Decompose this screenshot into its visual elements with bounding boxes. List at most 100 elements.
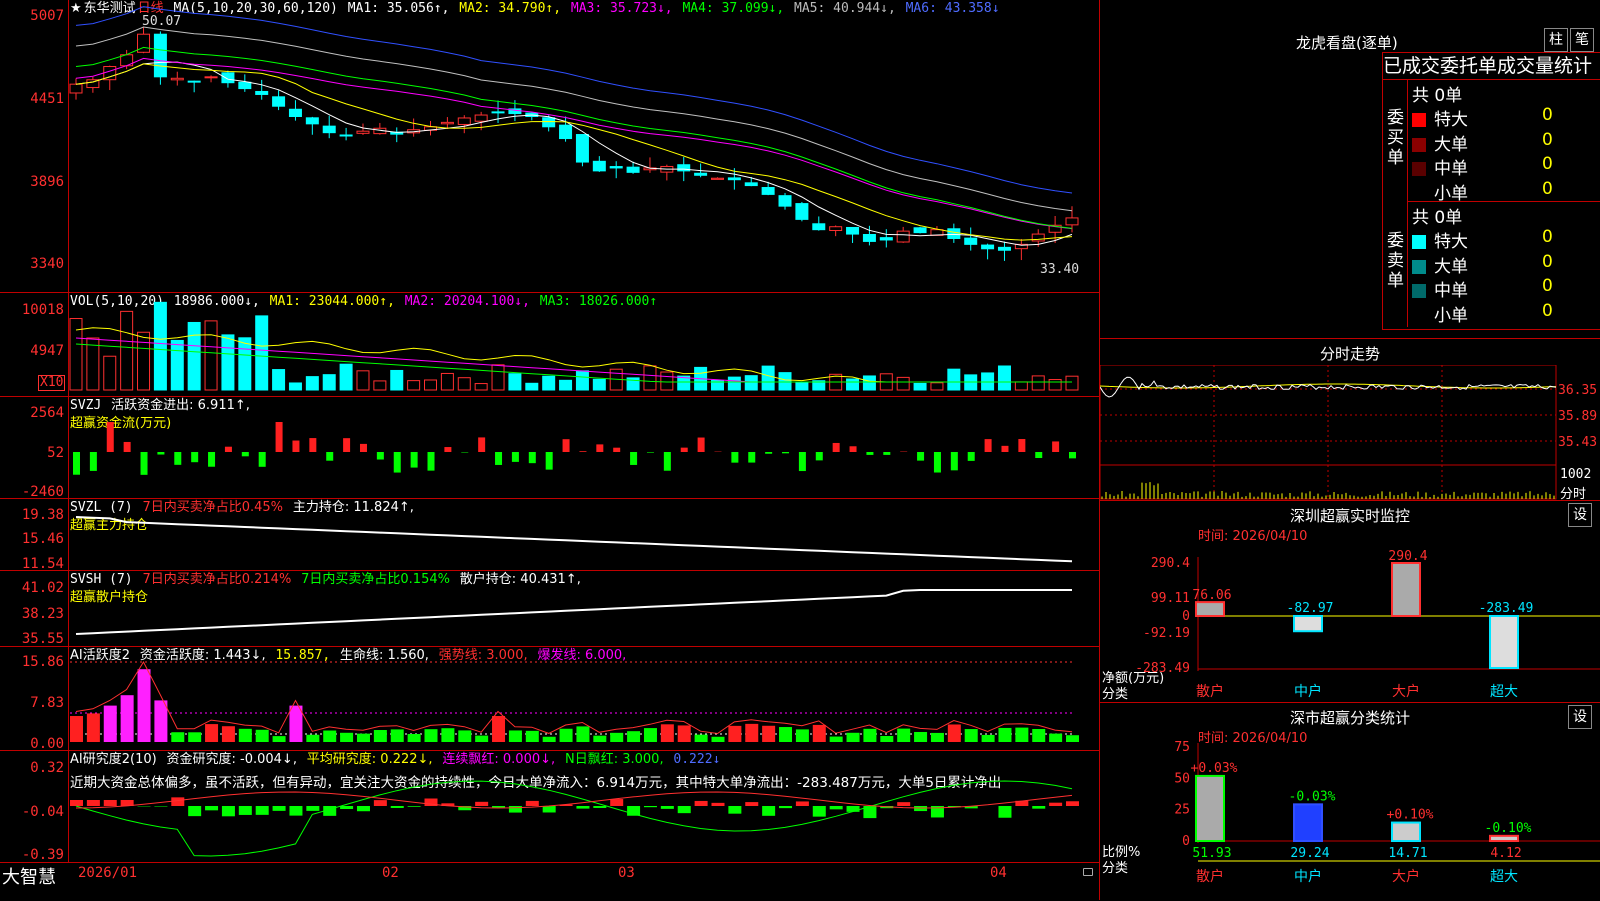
fund-flow-bar <box>478 437 485 452</box>
sz-monitor-panel[interactable]: 深圳超赢实时监控 设 时间: 2026/04/10 290.499.110-92… <box>1100 500 1600 703</box>
activity-bar <box>745 724 758 742</box>
candle-body <box>239 82 251 88</box>
volume-bar <box>391 370 403 390</box>
intraday-panel[interactable]: 分时走势 36.35 35.89 35.43 1002 分时 <box>1100 338 1600 501</box>
class-category-label: 超大 <box>1490 869 1518 885</box>
activity-bar <box>880 736 893 742</box>
research-bar <box>728 806 741 814</box>
research-bar <box>830 806 843 809</box>
sz-monitor-chart[interactable]: 290.499.110-92.19-283.4976.06散户-82.97中户2… <box>1100 501 1600 703</box>
fund-flow-bar <box>411 452 418 468</box>
fund-flow-bar <box>377 452 384 460</box>
activity-bar <box>762 726 775 742</box>
volume-bar <box>762 366 774 390</box>
fund-flow-bar <box>276 422 283 452</box>
fund-flow-bar <box>799 452 806 471</box>
research-bar <box>273 806 286 811</box>
sz-monitor-xlabel: 分类 <box>1102 683 1128 702</box>
activity-bar <box>695 735 708 742</box>
candle-body <box>728 178 740 180</box>
research-bar <box>357 806 370 811</box>
activity-bar <box>576 726 589 742</box>
activity-bar <box>492 716 505 742</box>
candle-body <box>492 112 504 113</box>
fund-flow-bar <box>141 452 148 475</box>
activity-bar <box>222 726 235 742</box>
monitor-category-label: 大户 <box>1392 683 1420 700</box>
fund-flow-bar <box>934 452 941 473</box>
research-bar <box>289 806 302 816</box>
volume-bar <box>441 373 453 390</box>
class-axis-label: 75 <box>1174 740 1190 755</box>
activity-bar <box>340 733 353 742</box>
volume-bar <box>779 373 791 390</box>
activity-bar <box>475 736 488 742</box>
research-bar <box>593 806 606 808</box>
fund-flow-bar <box>630 452 637 465</box>
activity-bar <box>543 737 556 742</box>
dragon-table: 已成交委托单成交量统计 委买单 共 0单 特大00%大单00%中单00%小单00… <box>1382 52 1600 330</box>
monitor-axis-label: -92.19 <box>1143 626 1190 641</box>
research-bar <box>610 799 623 806</box>
sell-count: 0 <box>1542 227 1553 247</box>
intraday-chart[interactable] <box>1100 365 1600 501</box>
buy-swatch <box>1412 138 1426 152</box>
bar-mode-button[interactable]: 柱 <box>1544 28 1568 52</box>
fund-flow-bar <box>157 452 164 455</box>
activity-bar <box>847 733 860 742</box>
volume-bar <box>948 369 960 390</box>
activity-bar <box>914 732 927 742</box>
activity-bar <box>323 731 336 742</box>
research-bar <box>644 806 657 807</box>
candle-body <box>610 167 622 168</box>
fund-flow-bar <box>1052 441 1059 452</box>
monitor-bar <box>1196 602 1224 616</box>
volume-bar <box>526 383 538 390</box>
sz-class-panel[interactable]: 深市超赢分类统计 设 时间: 2026/04/10 7550250+0.03%5… <box>1100 702 1600 901</box>
fund-flow-bar <box>309 438 316 452</box>
sz-class-xlabel: 分类 <box>1102 857 1128 876</box>
research-bar <box>779 806 792 808</box>
volume-bar <box>171 340 183 390</box>
chart-canvas[interactable] <box>0 0 1100 900</box>
activity-bar <box>526 731 539 742</box>
tick-mode-button[interactable]: 笔 <box>1570 28 1594 52</box>
buy-side-label: 委买单 <box>1387 108 1405 168</box>
research-bar <box>1066 801 1079 806</box>
candle-body <box>222 73 234 83</box>
activity-bar <box>87 713 100 742</box>
volume-bar <box>222 335 234 390</box>
candle-body <box>796 204 808 220</box>
buy-count: 0 <box>1542 179 1553 199</box>
activity-bar <box>644 728 657 742</box>
candle-body <box>543 118 555 127</box>
activity-bar <box>560 729 573 742</box>
fund-flow-bar <box>698 438 705 452</box>
fund-flow-bar <box>748 452 755 463</box>
candle-body <box>576 135 588 163</box>
class-category-label: 中户 <box>1294 868 1322 885</box>
candle-body <box>441 122 453 123</box>
class-value-label: 29.24 <box>1290 846 1329 861</box>
sz-class-chart[interactable]: 7550250+0.03%51.93散户-0.03%29.24中户+0.10%1… <box>1100 703 1600 901</box>
buy-row: 特大00% <box>1412 105 1600 130</box>
fund-flow-bar <box>495 452 502 465</box>
candle-body <box>154 34 166 77</box>
fund-flow-bar <box>883 452 890 455</box>
activity-bar <box>931 733 944 742</box>
activity-bar <box>391 729 404 742</box>
dragon-title: 龙虎看盘(逐单) <box>1296 32 1398 53</box>
volume-bar <box>897 377 909 390</box>
activity-bar <box>154 700 167 742</box>
buy-swatch <box>1412 113 1426 127</box>
monitor-category-label: 超大 <box>1490 684 1518 700</box>
buy-section: 共 0单 特大00%大单00%中单00%小单00% <box>1407 79 1600 202</box>
fund-flow-bar <box>985 439 992 452</box>
activity-bar <box>678 725 691 742</box>
candle-body <box>1066 218 1078 225</box>
candle-body <box>948 229 960 239</box>
volume-bar <box>323 375 335 390</box>
main-force-line <box>76 517 1072 561</box>
candle-body <box>256 91 268 94</box>
volume-bar <box>543 376 555 390</box>
